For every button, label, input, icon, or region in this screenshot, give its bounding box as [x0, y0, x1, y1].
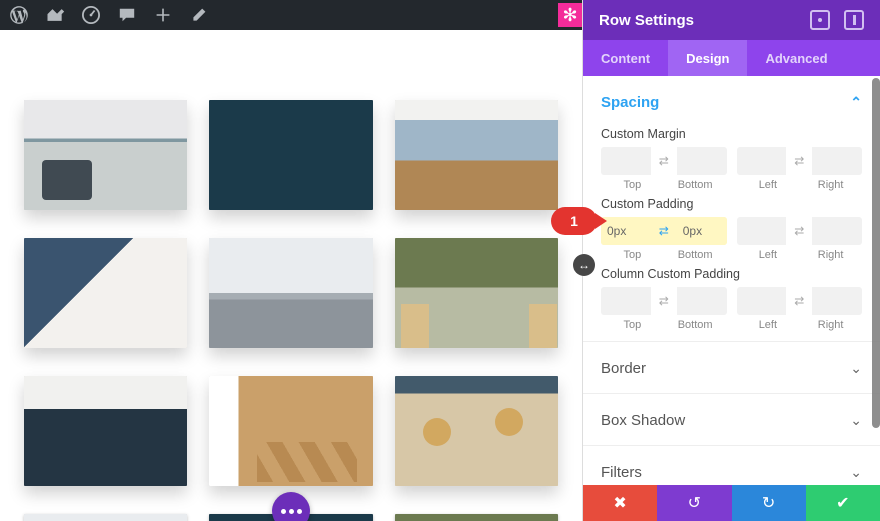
column-custom-padding-label: Column Custom Padding [601, 267, 862, 281]
link-icon[interactable]: ⇄ [786, 287, 812, 315]
chevron-up-icon: ⌃ [850, 94, 862, 111]
section-box-shadow-header[interactable]: Box Shadow ⌄ [601, 406, 862, 439]
redo-button[interactable]: ↻ [732, 485, 806, 521]
panel-header: Row Settings [583, 0, 880, 40]
image-gallery-grid [0, 30, 582, 521]
snap-view-icon[interactable] [810, 10, 830, 30]
expand-view-icon[interactable] [844, 10, 864, 30]
section-filters-header[interactable]: Filters ⌄ [601, 458, 862, 485]
gallery-thumb[interactable] [24, 100, 187, 210]
panel-footer: ✖ ↺ ↻ ✔ [583, 485, 880, 521]
gallery-thumb[interactable] [395, 376, 558, 486]
gallery-thumb[interactable] [395, 514, 558, 521]
section-spacing: Spacing ⌃ Custom Margin ⇄ TopBottom ⇄ [583, 76, 880, 342]
padding-left-input[interactable] [737, 217, 787, 245]
custom-margin-label: Custom Margin [601, 127, 862, 141]
comment-icon[interactable] [116, 4, 138, 26]
margin-right-input[interactable] [812, 147, 862, 175]
annotation-number: 1 [570, 213, 578, 229]
section-box-shadow: Box Shadow ⌄ [583, 394, 880, 446]
link-icon[interactable]: ⇄ [786, 217, 812, 245]
annotation-pointer: 1 [551, 207, 597, 235]
dashboard-icon[interactable] [80, 4, 102, 26]
panel-scroll-area: Spacing ⌃ Custom Margin ⇄ TopBottom ⇄ [583, 76, 880, 485]
chevron-down-icon: ⌄ [850, 412, 862, 429]
scrollbar[interactable] [872, 78, 880, 428]
link-icon[interactable]: ⇄ [651, 217, 677, 245]
col-padding-right-input[interactable] [812, 287, 862, 315]
panel-resize-handle[interactable]: ↔ [573, 254, 595, 276]
panel-tabs: Content Design Advanced [583, 40, 880, 76]
col-padding-bottom-input[interactable] [677, 287, 727, 315]
padding-bottom-input[interactable]: 0px [677, 217, 727, 245]
custom-padding-label: Custom Padding [601, 197, 862, 211]
gallery-thumb[interactable] [209, 238, 372, 348]
edit-icon[interactable] [188, 4, 210, 26]
chevron-down-icon: ⌄ [850, 464, 862, 481]
gallery-thumb[interactable] [24, 376, 187, 486]
gallery-thumb[interactable] [395, 238, 558, 348]
chevron-down-icon: ⌄ [850, 360, 862, 377]
section-border-header[interactable]: Border ⌄ [601, 354, 862, 387]
gallery-thumb[interactable] [24, 514, 187, 521]
wp-logo-icon[interactable] [8, 4, 30, 26]
margin-bottom-input[interactable] [677, 147, 727, 175]
save-button[interactable]: ✔ [806, 485, 880, 521]
margin-left-input[interactable] [737, 147, 787, 175]
gallery-thumb[interactable] [395, 100, 558, 210]
undo-button[interactable]: ↺ [657, 485, 731, 521]
section-spacing-header[interactable]: Spacing ⌃ [601, 88, 862, 121]
padding-right-input[interactable] [812, 217, 862, 245]
col-padding-left-input[interactable] [737, 287, 787, 315]
margin-top-input[interactable] [601, 147, 651, 175]
section-border: Border ⌄ [583, 342, 880, 394]
cancel-button[interactable]: ✖ [583, 485, 657, 521]
padding-top-input[interactable]: 0px [601, 217, 651, 245]
link-icon[interactable]: ⇄ [786, 147, 812, 175]
divi-star-icon[interactable]: ✻ [558, 3, 582, 27]
gallery-thumb[interactable] [209, 100, 372, 210]
link-icon[interactable]: ⇄ [651, 287, 677, 315]
home-icon[interactable] [44, 4, 66, 26]
tab-design[interactable]: Design [668, 40, 747, 76]
gallery-thumb[interactable] [24, 238, 187, 348]
page-canvas [0, 30, 582, 521]
link-icon[interactable]: ⇄ [651, 147, 677, 175]
tab-advanced[interactable]: Advanced [747, 40, 845, 76]
plus-icon[interactable] [152, 4, 174, 26]
panel-title: Row Settings [599, 12, 694, 29]
tab-content[interactable]: Content [583, 40, 668, 76]
col-padding-top-input[interactable] [601, 287, 651, 315]
settings-panel: Row Settings Content Design Advanced Spa… [582, 0, 880, 521]
section-filters: Filters ⌄ [583, 446, 880, 485]
gallery-thumb[interactable] [209, 376, 372, 486]
